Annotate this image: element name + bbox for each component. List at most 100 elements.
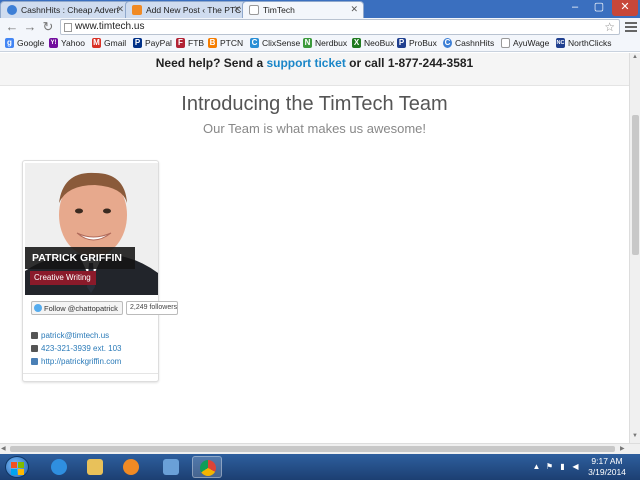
scroll-right-icon[interactable]: ▶ [620,445,625,452]
show-hidden-icons-icon[interactable]: ▲ [532,462,541,471]
contact-website-text: http://patrickgriffin.com [41,357,122,366]
close-icon[interactable]: ✕ [350,4,358,15]
support-ticket-link[interactable]: support ticket [266,56,345,70]
media-player-icon [123,459,139,475]
taskbar-media-player[interactable] [116,456,146,478]
tab-label: Add New Post ‹ The PTC R [146,5,247,15]
yahoo-icon: Y! [49,38,58,48]
bookmark-cashnhits[interactable]: C CashnHits [443,38,494,48]
scroll-down-icon[interactable]: ▼ [632,433,638,439]
bookmark-google[interactable]: g Google [5,38,44,48]
taskbar-clock[interactable]: 9:17 AM 3/19/2014 [584,456,630,478]
probux-icon: P [397,38,406,48]
windows-logo-icon [11,469,17,475]
internet-explorer-icon [51,459,67,475]
tab-label: TimTech [263,5,295,15]
bookmark-ptcn[interactable]: B PTCN [208,38,243,48]
team-member-role-badge: Creative Writing [30,271,96,285]
blogger-icon: B [208,38,217,48]
nerdbux-icon: N [303,38,312,48]
windows-logo-icon [18,462,24,468]
taskbar-internet-explorer[interactable] [44,456,74,478]
taskbar-chrome[interactable] [192,456,222,478]
bookmark-clixsense[interactable]: C ClixSense [250,38,300,48]
window-controls: – ▢ ✕ [564,0,640,18]
follower-count: 2,249 followers [126,301,178,315]
start-button[interactable] [5,456,29,478]
horizontal-scrollbar[interactable]: ◀ ▶ [0,443,640,454]
back-icon[interactable]: ← [4,19,20,35]
gmail-icon: M [92,38,101,48]
bookmarks-bar: g Google Y! Yahoo M Gmail P PayPal F FTB B PTC… [0,36,640,52]
twitter-bird-icon [34,304,42,312]
vertical-scrollbar[interactable]: ▲ ▼ [629,53,640,443]
network-icon[interactable]: ▮ [558,462,567,471]
clock-time: 9:17 AM [591,456,623,466]
close-icon[interactable]: ✕ [233,4,241,15]
taskbar-network-app[interactable] [156,456,186,478]
blogger-icon [132,5,142,15]
google-icon: g [5,38,14,48]
clixsense-icon: C [250,38,259,48]
bookmark-northclicks[interactable]: NC NorthClicks [556,38,611,48]
bookmark-ftb[interactable]: F FTB [176,38,204,48]
cashnhits-favicon-icon [7,5,17,15]
network-app-icon [163,459,179,475]
page-icon [501,38,510,48]
card-divider [23,373,158,374]
minimize-icon[interactable]: – [564,0,586,16]
bookmark-nerdbux[interactable]: N Nerdbux [303,38,347,48]
northclicks-icon: NC [556,38,565,48]
taskbar-file-explorer[interactable] [80,456,110,478]
address-bar[interactable]: www.timtech.us ☆ [60,19,620,35]
phone-icon [31,345,38,352]
clock-date: 3/19/2014 [588,467,626,477]
bookmark-star-icon[interactable]: ☆ [604,20,615,34]
page-icon [64,23,72,32]
restore-icon[interactable]: ▢ [588,0,610,16]
help-text-suffix: or call 1-877-244-3581 [345,56,474,70]
neobux-icon: X [352,38,361,48]
contact-phone-text: 423-321-3939 ext. 103 [41,344,122,353]
contact-email-text: patrick@timtech.us [41,331,110,340]
browser-toolbar: ← → ↻ www.timtech.us ☆ [0,18,640,36]
windows-logo-icon [18,469,24,475]
url-text: www.timtech.us [75,21,145,32]
chrome-icon [200,460,216,476]
cashnhits-icon: C [443,38,452,48]
tab-label: CashnHits : Cheap Advert [21,5,119,15]
bookmark-probux[interactable]: P ProBux [397,38,437,48]
page-subtitle: Our Team is what makes us awesome! [202,121,426,136]
contact-phone[interactable]: 423-321-3939 ext. 103 [31,344,122,354]
email-icon [31,332,38,339]
paypal-icon: P [133,38,142,48]
scroll-up-icon[interactable]: ▲ [632,54,638,60]
forward-icon[interactable]: → [22,19,38,35]
bookmark-paypal[interactable]: P PayPal [133,38,172,48]
bookmark-gmail[interactable]: M Gmail [92,38,126,48]
tab-cashnhits[interactable]: CashnHits : Cheap Advert ✕ [0,1,130,18]
action-center-flag-icon[interactable]: ⚑ [545,462,554,471]
vertical-scroll-thumb[interactable] [632,115,639,255]
contact-email[interactable]: patrick@timtech.us [31,331,109,341]
close-window-icon[interactable]: ✕ [612,0,638,16]
system-tray: ▲ ⚑ ▮ ◀ 9:17 AM 3/19/2014 [532,454,632,480]
tab-strip: CashnHits : Cheap Advert ✕ Add New Post … [0,0,640,18]
twitter-follow-button[interactable]: Follow @chattopatrick [31,301,123,315]
bookmark-neobux[interactable]: X NeoBux [352,38,394,48]
team-member-card: PATRICK GRIFFIN Creative Writing Follow … [22,160,178,382]
bookmark-yahoo[interactable]: Y! Yahoo [49,38,85,48]
tab-timtech[interactable]: TimTech ✕ [242,1,364,18]
tab-add-new-post[interactable]: Add New Post ‹ The PTC R ✕ [125,1,247,18]
file-explorer-icon [87,459,103,475]
reload-icon[interactable]: ↻ [40,19,56,35]
contact-website[interactable]: http://patrickgriffin.com [31,357,121,367]
scroll-left-icon[interactable]: ◀ [1,445,6,452]
volume-icon[interactable]: ◀ [571,462,580,471]
horizontal-scroll-thumb[interactable] [10,446,615,452]
flag-icon: F [176,38,185,48]
menu-icon[interactable] [625,20,637,34]
team-member-name: PATRICK GRIFFIN [25,247,135,269]
close-icon[interactable]: ✕ [116,4,124,15]
bookmark-ayuwage[interactable]: AyuWage [501,38,549,48]
